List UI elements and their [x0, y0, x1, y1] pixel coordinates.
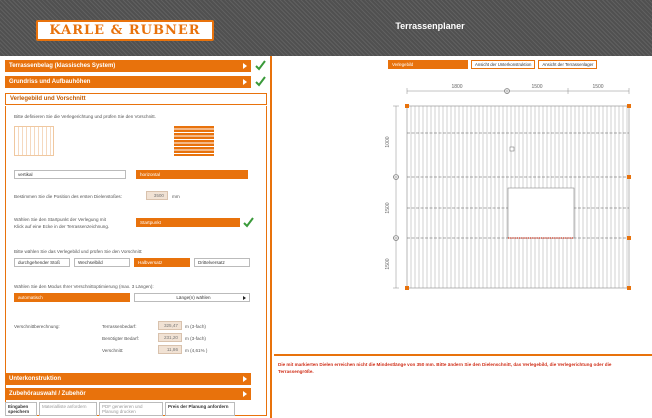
- direction-horizontal-option[interactable]: horizontal: [136, 170, 248, 179]
- pdf-button[interactable]: PDF generieren und Planung drucken: [99, 402, 163, 416]
- mode-automatic-option[interactable]: automatisch: [14, 293, 130, 302]
- section-label: Unterkonstruktion: [9, 376, 62, 382]
- section-verlegebild[interactable]: Verlegebild und Vorschnitt: [5, 93, 267, 105]
- brand-logo[interactable]: KARLE & RUBNER: [36, 20, 214, 41]
- checkmark-icon: [243, 217, 254, 228]
- chevron-right-icon: [243, 79, 247, 85]
- position-text: Bestimmen Sie die Position des ersten Di…: [14, 194, 123, 199]
- brand-logo-text: KARLE & RUBNER: [49, 23, 201, 38]
- dim-top: 1800: [451, 84, 462, 90]
- terrace-drawing[interactable]: 1800 1500 1500 1000 1500 1500: [274, 56, 652, 356]
- calc-row-unit: m (4,61% ): [185, 348, 208, 353]
- dropdown-arrow-icon: [243, 296, 246, 300]
- pattern-option-wechselbild[interactable]: Wechselbild: [74, 258, 130, 267]
- length-select[interactable]: Länge(n) wählen: [134, 293, 250, 302]
- materialliste-button[interactable]: Materialliste anfordern: [39, 402, 97, 416]
- vertical-pattern-preview[interactable]: [14, 126, 54, 156]
- section-grundriss[interactable]: Grundriss und Aufbauhöhen: [5, 76, 251, 88]
- planner-canvas-area: Verlegebild Ansicht der Unterkonstruktio…: [274, 56, 652, 418]
- startpunkt-button[interactable]: Startpunkt: [136, 218, 240, 227]
- calc-row-value: 231,20: [158, 333, 182, 342]
- calc-row-value: 11,86: [158, 345, 182, 354]
- config-sidebar: Terrassenbelag (klassisches System) Grun…: [0, 56, 272, 418]
- dim-left: 1000: [385, 136, 391, 147]
- corner-handle[interactable]: [405, 286, 409, 290]
- pattern-option-drittelversatz[interactable]: Drittelversatz: [194, 258, 250, 267]
- dim-left: 1500: [385, 202, 391, 213]
- calc-row-label: Benötigter Bedarf:: [102, 336, 140, 341]
- section-label: Verlegebild und Vorschnitt: [10, 96, 86, 102]
- calc-row-unit: m (3-fach): [185, 324, 206, 329]
- start-text-2: Klick auf eine Ecke in der Terrassenzeic…: [14, 224, 110, 229]
- save-button[interactable]: Eingaben speichern: [5, 402, 37, 416]
- start-text-1: Wählen Sie den Startpunkt der Verlegung …: [14, 217, 106, 222]
- cutout-area: [507, 187, 575, 239]
- section-terrassenbelag[interactable]: Terrassenbelag (klassisches System): [5, 60, 251, 72]
- pattern-option-durchgehend[interactable]: durchgehender Stoß: [14, 258, 70, 267]
- section-unterkonstruktion[interactable]: Unterkonstruktion: [5, 373, 251, 385]
- mode-text: Wählen Sie den Modus Ihrer Verschnittopt…: [14, 284, 154, 289]
- corner-handle[interactable]: [405, 104, 409, 108]
- calc-row-label: Terrassenbedarf:: [102, 324, 137, 329]
- section-label: Terrassenbelag (klassisches System): [9, 63, 116, 69]
- intro-text: Bitte definieren Sie die Verlegerichtung…: [14, 114, 156, 119]
- horizontal-pattern-preview[interactable]: [174, 126, 214, 156]
- dim-left: 1500: [385, 258, 391, 269]
- dim-top: 1500: [592, 84, 603, 90]
- app-header: KARLE & RUBNER Terrassenplaner: [0, 0, 652, 56]
- checkmark-icon: [255, 60, 266, 71]
- corner-handle[interactable]: [627, 104, 631, 108]
- edge-handle[interactable]: [627, 236, 631, 240]
- chevron-right-icon: [243, 63, 247, 69]
- divider: [274, 354, 652, 356]
- verlegebild-panel: Bitte definieren Sie die Verlegerichtung…: [5, 106, 267, 416]
- grip-handle[interactable]: [509, 146, 515, 152]
- position-unit: mm: [172, 194, 180, 199]
- section-zubehoer[interactable]: Zubehörauswahl / Zubehör: [5, 388, 251, 400]
- calc-row-label: Verschnitt:: [102, 348, 124, 353]
- calc-label: Verschnittberechnung:: [14, 324, 60, 329]
- edge-handle[interactable]: [627, 175, 631, 179]
- chevron-right-icon: [243, 376, 247, 382]
- length-select-label: Länge(n) wählen: [176, 295, 211, 300]
- section-label: Zubehörauswahl / Zubehör: [9, 391, 86, 397]
- corner-handle[interactable]: [627, 286, 631, 290]
- calc-row-value: 325,47: [158, 321, 182, 330]
- dim-top: 1500: [531, 84, 542, 90]
- warning-message: Die mit markierten Dielen erreichen nich…: [278, 362, 612, 374]
- app-title: Terrassenplaner: [395, 21, 465, 31]
- price-request-button[interactable]: Preis der Planung anfordern: [165, 402, 235, 416]
- checkmark-icon: [255, 76, 266, 87]
- direction-vertical-option[interactable]: vertikal: [14, 170, 126, 179]
- position-input[interactable]: 3500: [146, 191, 168, 200]
- calc-row-unit: m (3-fach): [185, 336, 206, 341]
- pattern-text: Bitte wählen Sie das Verlegebild und prü…: [14, 249, 143, 254]
- section-label: Grundriss und Aufbauhöhen: [9, 79, 91, 85]
- chevron-right-icon: [243, 391, 247, 397]
- action-buttons: Eingaben speichern Materialliste anforde…: [5, 402, 235, 416]
- pattern-option-halbversatz[interactable]: Halbversatz: [134, 258, 190, 267]
